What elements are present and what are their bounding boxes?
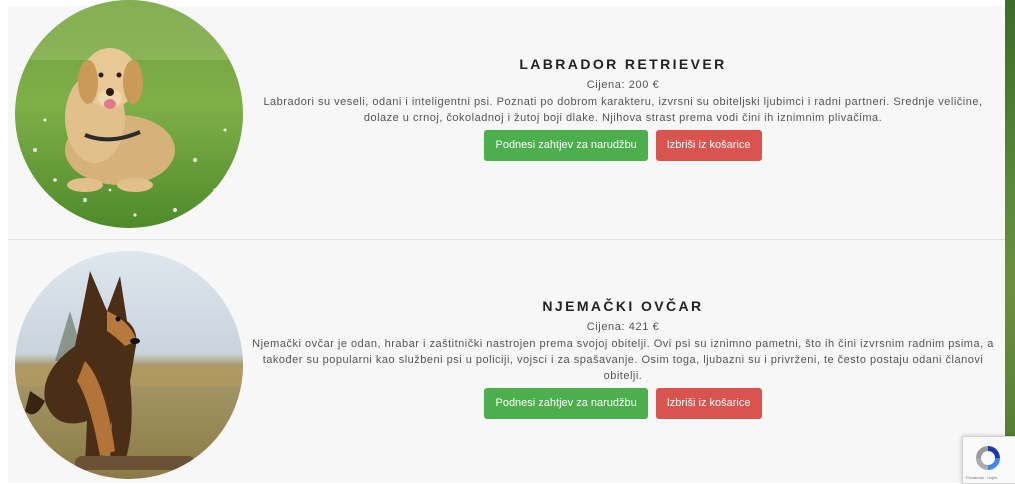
action-buttons: Podnesi zahtjev za narudžbu Izbriši iz k… — [248, 388, 998, 419]
product-description: Njemački ovčar je odan, hrabar i zaštitn… — [252, 338, 994, 382]
product-info: LABRADOR RETRIEVER Cijena: 200 € Labrado… — [248, 56, 998, 161]
product-description: Labradori su veseli, odani i inteligentn… — [263, 96, 983, 124]
product-image-german-shepherd — [15, 251, 243, 479]
product-title: LABRADOR RETRIEVER — [519, 56, 727, 72]
product-price: Cijena: 421 € — [586, 321, 660, 333]
remove-from-cart-button[interactable]: Izbriši iz košarice — [655, 130, 762, 161]
recaptcha-icon — [973, 443, 1003, 478]
product-info: NJEMAČKI OVČAR Cijena: 421 € Njemački ov… — [248, 298, 998, 419]
cart-item: NJEMAČKI OVČAR Cijena: 421 € Njemački ov… — [8, 240, 1005, 483]
product-price: Cijena: 200 € — [586, 79, 660, 91]
product-image-labrador — [15, 0, 243, 228]
recaptcha-terms[interactable]: Privatnost - Uvjeti — [966, 475, 997, 480]
product-title: NJEMAČKI OVČAR — [542, 298, 704, 314]
cart-item: LABRADOR RETRIEVER Cijena: 200 € Labrado… — [8, 0, 1005, 240]
cart-list: LABRADOR RETRIEVER Cijena: 200 € Labrado… — [8, 0, 1005, 483]
background-image-edge — [1005, 0, 1015, 482]
remove-from-cart-button[interactable]: Izbriši iz košarice — [655, 388, 762, 419]
order-request-button[interactable]: Podnesi zahtjev za narudžbu — [484, 388, 648, 419]
recaptcha-badge[interactable]: Privatnost - Uvjeti — [962, 436, 1015, 484]
action-buttons: Podnesi zahtjev za narudžbu Izbriši iz k… — [248, 130, 998, 161]
order-request-button[interactable]: Podnesi zahtjev za narudžbu — [484, 130, 648, 161]
